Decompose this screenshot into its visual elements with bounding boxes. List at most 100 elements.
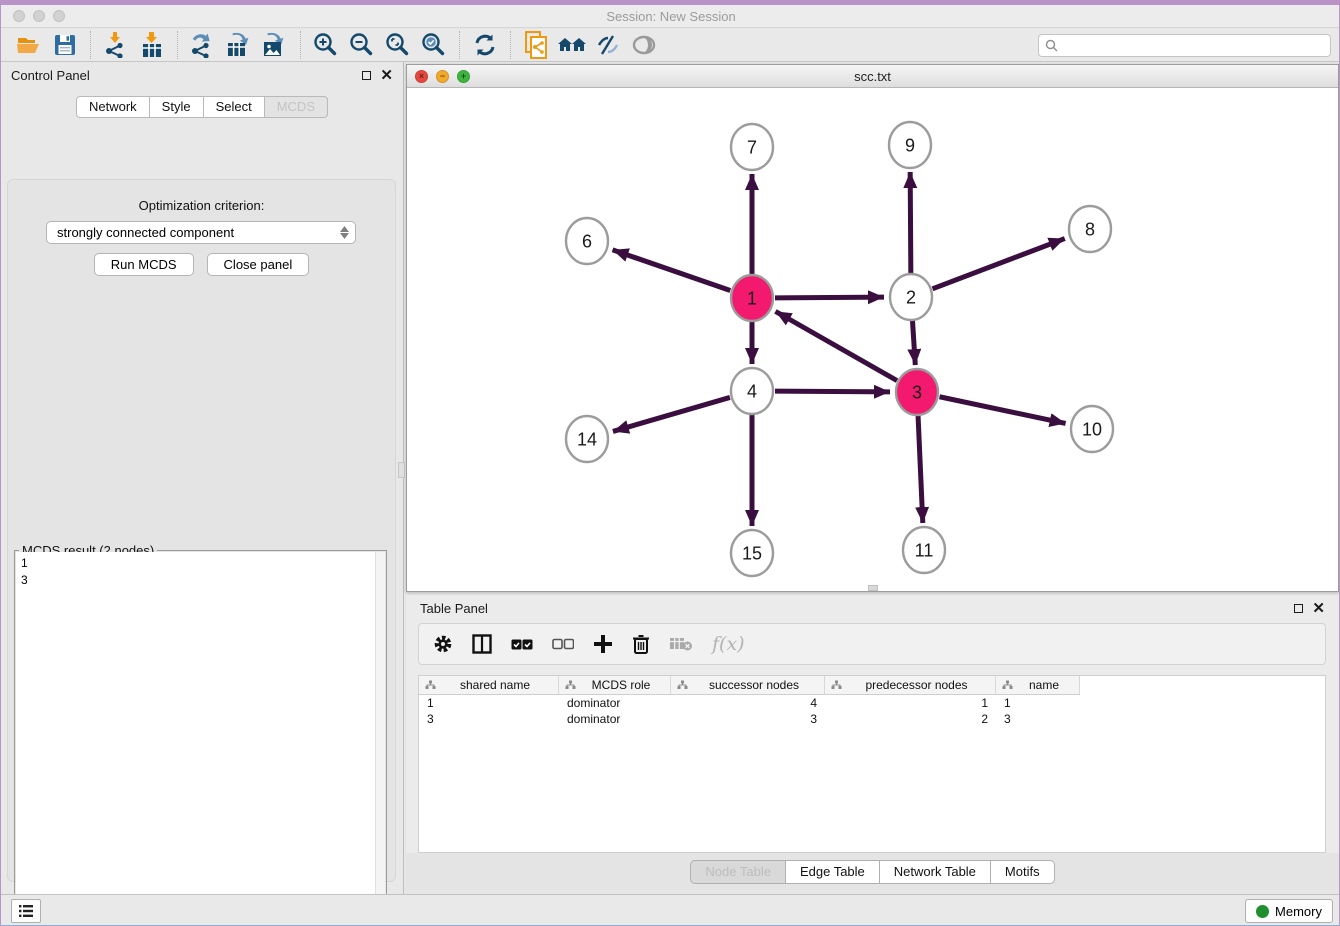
cell-shared-name[interactable]: 3 bbox=[419, 711, 559, 727]
svg-text:4: 4 bbox=[747, 381, 757, 401]
cell-MCDS-role[interactable]: dominator bbox=[559, 711, 671, 727]
node-3[interactable]: 3 bbox=[896, 369, 938, 415]
edge-1-6[interactable] bbox=[613, 250, 731, 291]
cell-predecessor-nodes[interactable]: 1 bbox=[825, 695, 996, 711]
clone-network-icon[interactable] bbox=[518, 30, 554, 60]
tab-select[interactable]: Select bbox=[204, 96, 265, 118]
cell-successor-nodes[interactable]: 3 bbox=[671, 711, 825, 727]
search-field[interactable] bbox=[1038, 34, 1331, 57]
table-row[interactable]: 3dominator323 bbox=[419, 711, 1325, 727]
table-settings-gear-icon[interactable] bbox=[433, 634, 453, 654]
export-network-icon[interactable] bbox=[185, 30, 221, 60]
tab-network[interactable]: Network bbox=[76, 96, 150, 118]
edge-1-2[interactable] bbox=[775, 297, 884, 298]
cell-predecessor-nodes[interactable]: 2 bbox=[825, 711, 996, 727]
tab-network-table[interactable]: Network Table bbox=[880, 860, 991, 884]
delete-column-icon[interactable] bbox=[632, 634, 650, 655]
deselect-all-icon[interactable] bbox=[552, 638, 574, 650]
node-1[interactable]: 1 bbox=[731, 275, 773, 321]
node-4[interactable]: 4 bbox=[731, 368, 773, 414]
zoom-in-icon[interactable] bbox=[308, 30, 344, 60]
add-column-icon[interactable] bbox=[593, 634, 613, 654]
tab-edge-table[interactable]: Edge Table bbox=[786, 860, 880, 884]
column-header-successor-nodes[interactable]: successor nodes bbox=[671, 676, 825, 695]
close-panel-icon[interactable]: ✕ bbox=[380, 71, 393, 80]
node-9[interactable]: 9 bbox=[889, 122, 931, 168]
close-panel-button[interactable]: Close panel bbox=[207, 253, 310, 276]
control-panel-tabs: NetworkStyleSelectMCDS bbox=[1, 96, 403, 118]
task-history-button[interactable] bbox=[11, 899, 41, 923]
export-table-icon[interactable] bbox=[221, 30, 257, 60]
result-scrollbar[interactable] bbox=[375, 552, 385, 926]
edge-2-3[interactable] bbox=[912, 320, 915, 365]
zoom-fit-icon[interactable] bbox=[380, 30, 416, 60]
tab-mcds[interactable]: MCDS bbox=[265, 96, 328, 118]
table-row[interactable]: 1dominator411 bbox=[419, 695, 1325, 711]
column-header-name[interactable]: name bbox=[996, 676, 1080, 695]
tab-style[interactable]: Style bbox=[150, 96, 204, 118]
vertical-splitter-handle[interactable] bbox=[398, 462, 405, 478]
optimization-label: Optimization criterion: bbox=[8, 198, 395, 213]
open-file-icon[interactable] bbox=[11, 30, 47, 60]
cell-name[interactable]: 3 bbox=[996, 711, 1080, 727]
edge-2-8[interactable] bbox=[933, 239, 1065, 289]
main-titlebar[interactable]: Session: New Session bbox=[1, 5, 1340, 28]
network-window-titlebar[interactable]: × − + scc.txt bbox=[407, 65, 1338, 88]
node-2[interactable]: 2 bbox=[890, 274, 932, 320]
close-table-panel-icon[interactable]: ✕ bbox=[1312, 604, 1325, 613]
run-mcds-button[interactable]: Run MCDS bbox=[94, 253, 194, 276]
tab-motifs[interactable]: Motifs bbox=[991, 860, 1055, 884]
import-network-icon[interactable] bbox=[98, 30, 134, 60]
network-graph[interactable]: 7 9 6 8 1 2 4 3 14 10 15 11 bbox=[407, 88, 1338, 591]
show-all-icon[interactable] bbox=[626, 30, 662, 60]
node-7[interactable]: 7 bbox=[731, 124, 773, 170]
float-panel-icon[interactable] bbox=[362, 71, 371, 80]
column-header-MCDS-role[interactable]: MCDS role bbox=[559, 676, 671, 695]
node-15[interactable]: 15 bbox=[731, 530, 773, 576]
cell-name[interactable]: 1 bbox=[996, 695, 1080, 711]
delete-table-icon[interactable] bbox=[669, 636, 693, 652]
toolbar-separator bbox=[300, 31, 301, 59]
cell-MCDS-role[interactable]: dominator bbox=[559, 695, 671, 711]
node-10[interactable]: 10 bbox=[1071, 406, 1113, 452]
select-all-icon[interactable] bbox=[511, 638, 533, 651]
edge-3-10[interactable] bbox=[940, 397, 1066, 424]
cell-shared-name[interactable]: 1 bbox=[419, 695, 559, 711]
refresh-icon[interactable] bbox=[467, 30, 503, 60]
memory-button[interactable]: Memory bbox=[1245, 899, 1333, 923]
hide-selected-icon[interactable] bbox=[590, 30, 626, 60]
optimization-dropdown[interactable]: strongly connected component bbox=[46, 221, 356, 244]
svg-text:14: 14 bbox=[577, 429, 597, 449]
function-builder-icon[interactable]: f(x) bbox=[712, 633, 745, 655]
node-table[interactable]: shared nameMCDS rolesuccessor nodesprede… bbox=[418, 675, 1326, 853]
first-neighbors-icon[interactable] bbox=[554, 30, 590, 60]
horizontal-splitter-handle[interactable] bbox=[868, 585, 878, 591]
edge-4-3[interactable] bbox=[775, 391, 890, 392]
node-14[interactable]: 14 bbox=[566, 416, 608, 462]
mcds-result-text[interactable]: 1 3 bbox=[16, 552, 385, 926]
node-6[interactable]: 6 bbox=[566, 218, 608, 264]
svg-text:7: 7 bbox=[747, 137, 757, 157]
edge-2-9[interactable] bbox=[910, 172, 911, 274]
cell-successor-nodes[interactable]: 4 bbox=[671, 695, 825, 711]
column-header-shared-name[interactable]: shared name bbox=[419, 676, 559, 695]
show-columns-icon[interactable] bbox=[472, 634, 492, 654]
svg-text:3: 3 bbox=[912, 382, 922, 402]
edge-3-11[interactable] bbox=[918, 415, 923, 523]
edge-4-14[interactable] bbox=[613, 397, 730, 431]
column-header-predecessor-nodes[interactable]: predecessor nodes bbox=[825, 676, 996, 695]
tab-node-table[interactable]: Node Table bbox=[690, 860, 786, 884]
export-image-icon[interactable] bbox=[257, 30, 293, 60]
import-table-icon[interactable] bbox=[134, 30, 170, 60]
network-view-window[interactable]: × − + scc.txt 7 9 6 8 1 2 4 3 14 10 15 11 bbox=[406, 64, 1339, 592]
save-session-icon[interactable] bbox=[47, 30, 83, 60]
node-8[interactable]: 8 bbox=[1069, 206, 1111, 252]
zoom-out-icon[interactable] bbox=[344, 30, 380, 60]
edge-3-1[interactable] bbox=[775, 311, 897, 380]
network-canvas[interactable]: 7 9 6 8 1 2 4 3 14 10 15 11 bbox=[407, 88, 1338, 591]
zoom-selected-icon[interactable] bbox=[416, 30, 452, 60]
svg-text:6: 6 bbox=[582, 231, 592, 251]
search-input[interactable] bbox=[1063, 38, 1324, 52]
float-table-panel-icon[interactable] bbox=[1294, 604, 1303, 613]
node-11[interactable]: 11 bbox=[903, 527, 945, 573]
